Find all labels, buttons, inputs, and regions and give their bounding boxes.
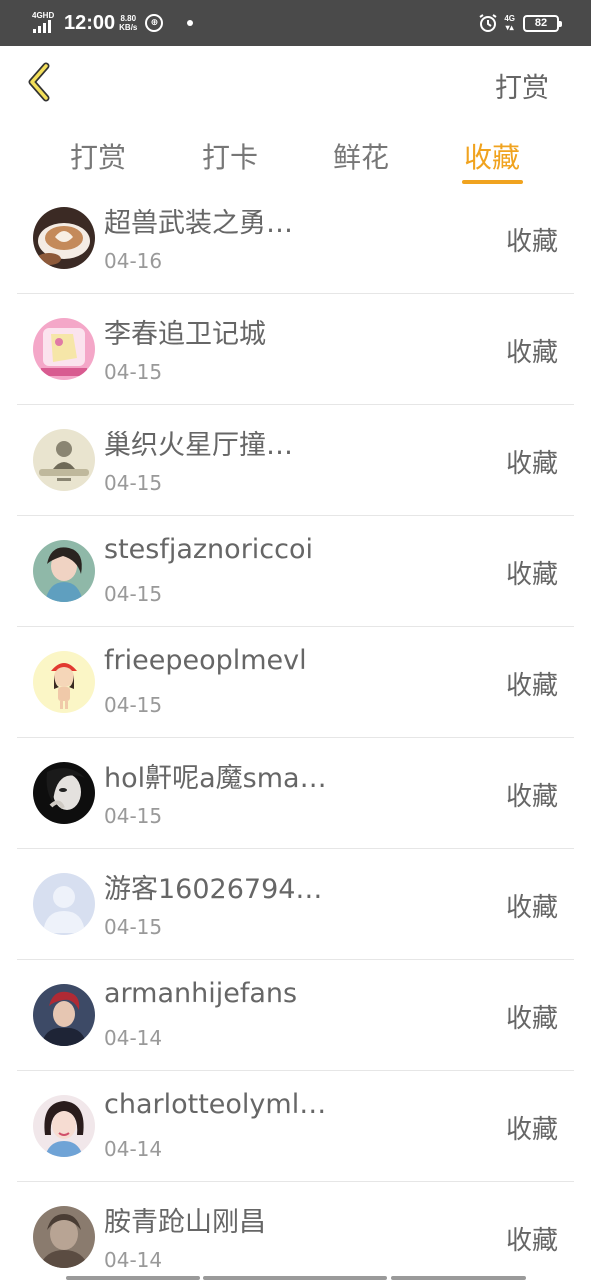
item-date: 04-14 <box>104 1248 163 1272</box>
avatar <box>33 1206 95 1268</box>
signal-icon: 4GHD <box>32 11 56 35</box>
avatar <box>33 1095 95 1157</box>
list-item[interactable]: 游客16026794… 04-15 收藏 <box>0 849 591 960</box>
tab-reward[interactable]: 打赏 <box>48 136 148 176</box>
user-name: 超兽武装之勇… <box>104 208 293 239</box>
item-date: 04-15 <box>104 471 163 495</box>
item-date: 04-16 <box>104 249 163 273</box>
item-date: 04-14 <box>104 1137 163 1161</box>
clock: 12:00 <box>64 11 116 34</box>
avatar <box>33 207 95 269</box>
user-name: 游客16026794… <box>104 874 323 905</box>
favorite-label: 收藏 <box>505 893 558 923</box>
bottom-scroll-indicator <box>66 1276 526 1280</box>
default-avatar-icon <box>33 873 95 935</box>
network-type: 4GHD <box>32 11 55 20</box>
user-name: 胺青跄山刚昌 <box>104 1207 266 1238</box>
tab-bar: 打赏 打卡 鲜花 收藏 <box>0 118 591 190</box>
avatar <box>33 429 95 491</box>
app-notification-icon: ⊕ <box>145 14 164 32</box>
user-name: frieepeoplmevl <box>104 645 307 676</box>
avatar <box>33 318 95 380</box>
item-date: 04-15 <box>104 693 163 717</box>
tab-flowers[interactable]: 鲜花 <box>311 136 411 176</box>
user-name: hol鼾呢a魔sma… <box>104 763 327 794</box>
list-item[interactable]: frieepeoplmevl 04-15 收藏 <box>0 627 591 738</box>
avatar <box>33 540 95 602</box>
list-item[interactable]: 胺青跄山刚昌 04-14 收藏 <box>0 1182 591 1280</box>
list-item[interactable]: 超兽武装之勇… 04-16 收藏 <box>0 183 591 294</box>
item-date: 04-15 <box>104 804 163 828</box>
tab-favorites[interactable]: 收藏 <box>442 136 542 176</box>
avatar <box>33 984 95 1046</box>
list-item[interactable]: 李春追卫记城 04-15 收藏 <box>0 294 591 405</box>
user-name: armanhijefans <box>104 978 298 1009</box>
favorite-label: 收藏 <box>505 671 558 701</box>
list-item[interactable]: hol鼾呢a魔sma… 04-15 收藏 <box>0 738 591 849</box>
list-item[interactable]: charlotteolyml… 04-14 收藏 <box>0 1071 591 1182</box>
network-right: 4G <box>504 14 515 23</box>
chevron-left-icon <box>28 62 50 102</box>
favorite-label: 收藏 <box>505 782 558 812</box>
item-date: 04-15 <box>104 360 163 384</box>
reward-header-button[interactable]: 打赏 <box>495 66 549 105</box>
back-button[interactable] <box>20 58 60 106</box>
battery-level: 82 <box>534 17 548 29</box>
list-item[interactable]: armanhijefans 04-14 收藏 <box>0 960 591 1071</box>
favorite-label: 收藏 <box>505 560 558 590</box>
favorites-list: 超兽武装之勇… 04-16 收藏 李春追卫记城 04-15 收藏 巢织火星厅撞…… <box>0 183 591 1280</box>
list-item[interactable]: 巢织火星厅撞… 04-15 收藏 <box>0 405 591 516</box>
tab-checkin[interactable]: 打卡 <box>180 136 280 176</box>
speed-value: 8.80 <box>120 14 137 23</box>
speed-unit: KB/s <box>119 23 138 32</box>
user-name: 巢织火星厅撞… <box>104 430 293 461</box>
favorite-label: 收藏 <box>505 1115 558 1145</box>
avatar <box>33 651 95 713</box>
avatar <box>33 762 95 824</box>
favorite-label: 收藏 <box>505 338 558 368</box>
favorite-label: 收藏 <box>505 227 558 257</box>
notification-dot-icon <box>187 20 194 26</box>
alarm-icon <box>479 14 497 32</box>
user-name: charlotteolyml… <box>104 1089 327 1120</box>
header: 打赏 <box>0 46 591 118</box>
network-speed: 8.80 KB/s <box>119 14 137 32</box>
battery-icon: 82 <box>523 14 562 32</box>
user-name: 李春追卫记城 <box>104 319 266 350</box>
favorite-label: 收藏 <box>505 449 558 479</box>
item-date: 04-15 <box>104 582 163 606</box>
status-bar: 4GHD 12:00 8.80 KB/s ⊕ 4G ▾▴ 82 <box>0 0 591 46</box>
mobile-data-icon: 4G ▾▴ <box>504 14 515 32</box>
favorite-label: 收藏 <box>505 1226 558 1256</box>
favorite-label: 收藏 <box>505 1004 558 1034</box>
user-name: stesfjaznoriccoi <box>104 534 313 565</box>
list-item[interactable]: stesfjaznoriccoi 04-15 收藏 <box>0 516 591 627</box>
item-date: 04-15 <box>104 915 163 939</box>
item-date: 04-14 <box>104 1026 163 1050</box>
